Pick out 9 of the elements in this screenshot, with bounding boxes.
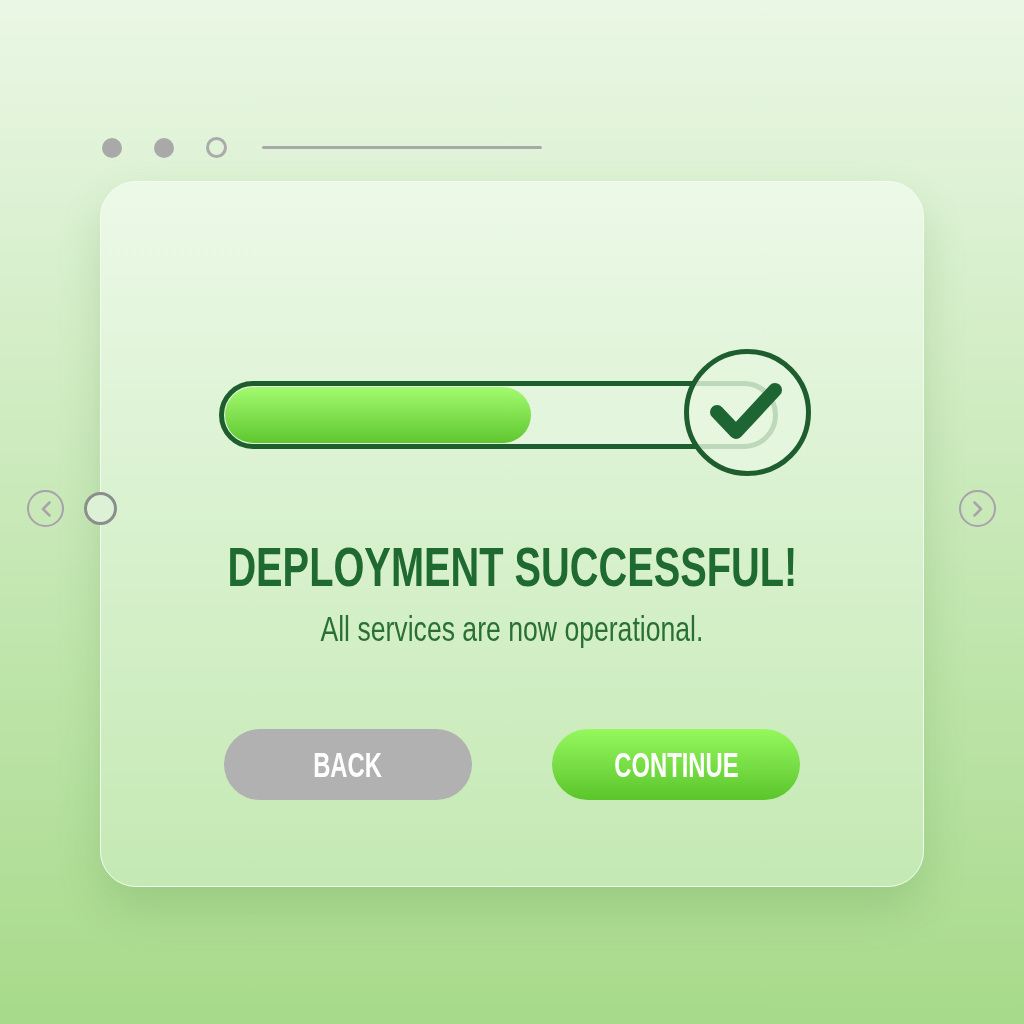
chevron-right-icon — [972, 500, 983, 517]
status-message: All services are now operational. — [320, 611, 704, 646]
next-button[interactable] — [959, 490, 996, 527]
ring-icon — [84, 492, 117, 525]
continue-button[interactable]: CONTINUE — [552, 729, 800, 800]
previous-button[interactable] — [27, 490, 64, 527]
back-button[interactable]: BACK — [224, 729, 472, 800]
success-title: DEPLOYMENT SUCCESSFUL! — [227, 539, 797, 595]
chevron-left-icon — [40, 500, 51, 517]
